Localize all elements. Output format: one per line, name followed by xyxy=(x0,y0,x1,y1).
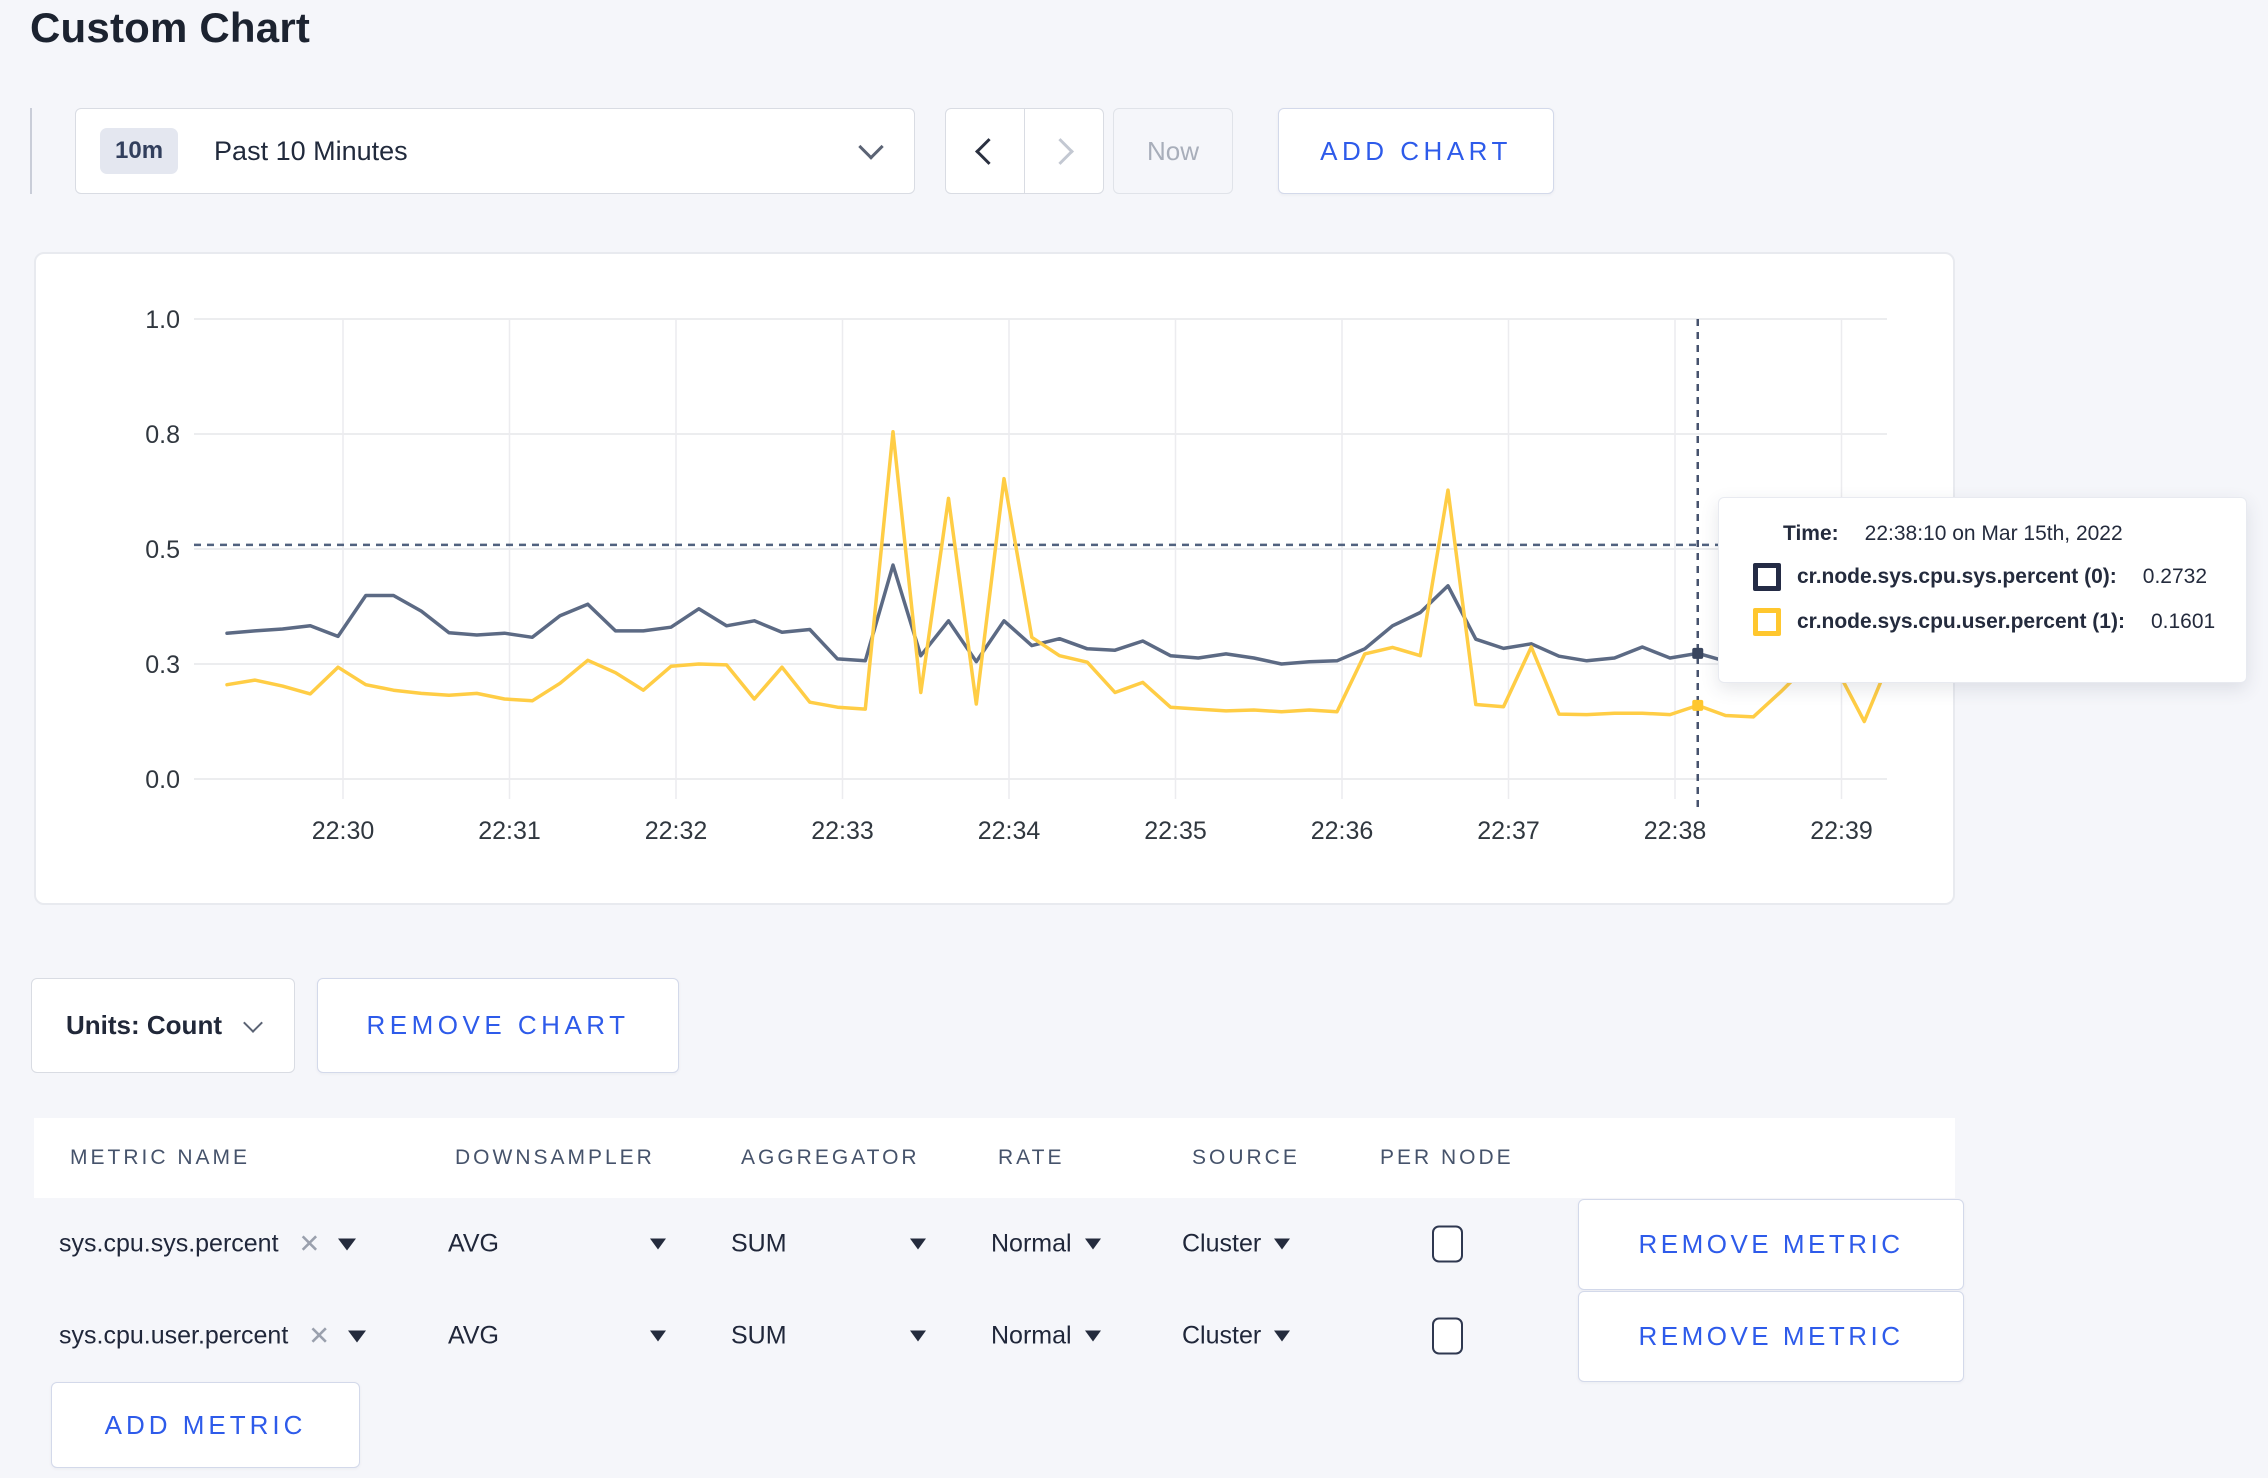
caret-down-icon xyxy=(1274,1330,1291,1342)
caret-down-icon[interactable] xyxy=(910,1330,926,1342)
x-axis-tick-label: 22:30 xyxy=(312,817,375,845)
per-node-checkbox[interactable] xyxy=(1432,1317,1463,1355)
prev-range-button[interactable] xyxy=(945,108,1025,194)
aggregator-select[interactable]: SUM xyxy=(731,1230,787,1259)
x-axis-tick-label: 22:31 xyxy=(478,817,541,845)
x-axis-tick-label: 22:34 xyxy=(978,817,1041,845)
table-row: sys.cpu.sys.percent ✕ AVG SUM Normal Clu… xyxy=(34,1198,1964,1290)
units-label: Units: Count xyxy=(66,1010,222,1040)
caret-down-icon xyxy=(338,1238,357,1250)
chart-card: 0.0 0.3 0.5 0.8 1.0 22:30 22:31 22:32 22:33 22:34… xyxy=(34,252,1955,905)
source-value: Cluster xyxy=(1182,1321,1262,1350)
aggregator-select[interactable]: SUM xyxy=(731,1322,787,1351)
clear-metric-icon[interactable]: ✕ xyxy=(308,1321,330,1352)
caret-down-icon xyxy=(348,1330,367,1342)
timeseries-chart[interactable]: 0.0 0.3 0.5 0.8 1.0 22:30 22:31 22:32 22:33 22:34… xyxy=(36,254,1957,907)
source-value: Cluster xyxy=(1182,1229,1262,1258)
tooltip-series-user-label: cr.node.sys.cpu.user.percent (1): xyxy=(1797,610,2125,633)
x-axis-tick-label: 22:38 xyxy=(1644,817,1707,845)
y-axis-tick-label: 1.0 xyxy=(145,306,180,334)
caret-down-icon[interactable] xyxy=(650,1330,666,1342)
cursor-dot-1 xyxy=(1692,699,1704,711)
series-line-1 xyxy=(225,429,1894,724)
col-header-source: SOURCE xyxy=(1192,1146,1300,1169)
units-select[interactable]: Units: Count xyxy=(31,978,295,1073)
rate-value: Normal xyxy=(991,1229,1072,1258)
downsampler-select[interactable]: AVG xyxy=(448,1230,499,1259)
col-header-downsampler: DOWNSAMPLER xyxy=(455,1146,655,1169)
page-title: Custom Chart xyxy=(30,4,311,51)
x-axis-tick-label: 22:35 xyxy=(1144,817,1207,845)
chevron-right-icon xyxy=(1047,137,1074,165)
col-header-per-node: PER NODE xyxy=(1380,1146,1514,1169)
x-axis-tick-label: 22:33 xyxy=(811,817,874,845)
source-select[interactable]: Cluster xyxy=(1182,1229,1291,1259)
cursor-dot-0 xyxy=(1692,647,1704,659)
add-chart-button[interactable]: ADD CHART xyxy=(1278,108,1554,194)
time-range-label: Past 10 Minutes xyxy=(214,135,408,166)
caret-down-icon xyxy=(1274,1238,1291,1250)
time-nav-group xyxy=(945,108,1104,194)
source-select[interactable]: Cluster xyxy=(1182,1321,1291,1351)
time-range-badge: 10m xyxy=(100,128,179,174)
tooltip-series-sys-label: cr.node.sys.cpu.sys.percent (0): xyxy=(1797,565,2117,588)
tooltip-series-sys-value: 0.2732 xyxy=(2142,565,2208,588)
next-range-button[interactable] xyxy=(1023,108,1104,194)
tooltip-series-user-value: 0.1601 xyxy=(2150,610,2216,633)
custom-chart-page: Custom Chart 10m Past 10 Minutes Now ADD… xyxy=(0,0,2268,1478)
x-axis-tick-label: 22:37 xyxy=(1477,817,1540,845)
metric-name-value: sys.cpu.sys.percent xyxy=(59,1229,279,1258)
now-button[interactable]: Now xyxy=(1113,108,1233,194)
per-node-checkbox[interactable] xyxy=(1432,1225,1463,1263)
rate-value: Normal xyxy=(991,1321,1072,1350)
series-sys-legend-icon xyxy=(1753,563,1781,591)
metric-name-select[interactable]: sys.cpu.sys.percent ✕ xyxy=(59,1229,357,1260)
chevron-down-icon xyxy=(858,134,884,160)
y-axis-tick-label: 0.0 xyxy=(145,766,180,794)
toolbar-divider xyxy=(30,108,32,194)
remove-metric-button[interactable]: REMOVE METRIC xyxy=(1578,1291,1964,1382)
chevron-down-icon xyxy=(243,1012,263,1033)
rate-select[interactable]: Normal xyxy=(991,1230,1101,1259)
tooltip-time-value: 22:38:10 on Mar 15th, 2022 xyxy=(1864,522,2123,545)
downsampler-select[interactable]: AVG xyxy=(448,1322,499,1351)
add-metric-button[interactable]: ADD METRIC xyxy=(51,1382,360,1468)
metric-name-value: sys.cpu.user.percent xyxy=(59,1321,289,1350)
chart-tooltip: Time: 22:38:10 on Mar 15th, 2022 cr.node… xyxy=(1718,497,2247,683)
chevron-left-icon xyxy=(974,137,1002,165)
y-axis-tick-label: 0.8 xyxy=(145,421,180,449)
caret-down-icon xyxy=(1084,1238,1101,1250)
col-header-aggregator: AGGREGATOR xyxy=(741,1146,920,1169)
y-axis-tick-label: 0.3 xyxy=(145,651,180,679)
metric-name-select[interactable]: sys.cpu.user.percent ✕ xyxy=(59,1321,367,1352)
x-axis-tick-label: 22:36 xyxy=(1311,817,1374,845)
col-header-metric-name: METRIC NAME xyxy=(70,1146,250,1169)
time-range-select[interactable]: 10m Past 10 Minutes xyxy=(75,108,915,194)
caret-down-icon[interactable] xyxy=(650,1238,666,1250)
caret-down-icon[interactable] xyxy=(910,1238,926,1250)
rate-select[interactable]: Normal xyxy=(991,1322,1101,1351)
caret-down-icon xyxy=(1084,1330,1101,1342)
series-user-legend-icon xyxy=(1753,608,1781,636)
series-line-0 xyxy=(225,563,1894,666)
tooltip-time-label: Time: xyxy=(1783,522,1839,545)
remove-chart-button[interactable]: REMOVE CHART xyxy=(317,978,679,1073)
y-axis-tick-label: 0.5 xyxy=(145,536,180,564)
metrics-table-header: METRIC NAME DOWNSAMPLER AGGREGATOR RATE … xyxy=(34,1118,1955,1198)
remove-metric-button[interactable]: REMOVE METRIC xyxy=(1578,1199,1964,1290)
table-row: sys.cpu.user.percent ✕ AVG SUM Normal Cl… xyxy=(34,1290,1964,1382)
x-axis-tick-label: 22:39 xyxy=(1810,817,1873,845)
x-axis-tick-label: 22:32 xyxy=(645,817,708,845)
col-header-rate: RATE xyxy=(998,1146,1065,1169)
clear-metric-icon[interactable]: ✕ xyxy=(299,1229,321,1260)
